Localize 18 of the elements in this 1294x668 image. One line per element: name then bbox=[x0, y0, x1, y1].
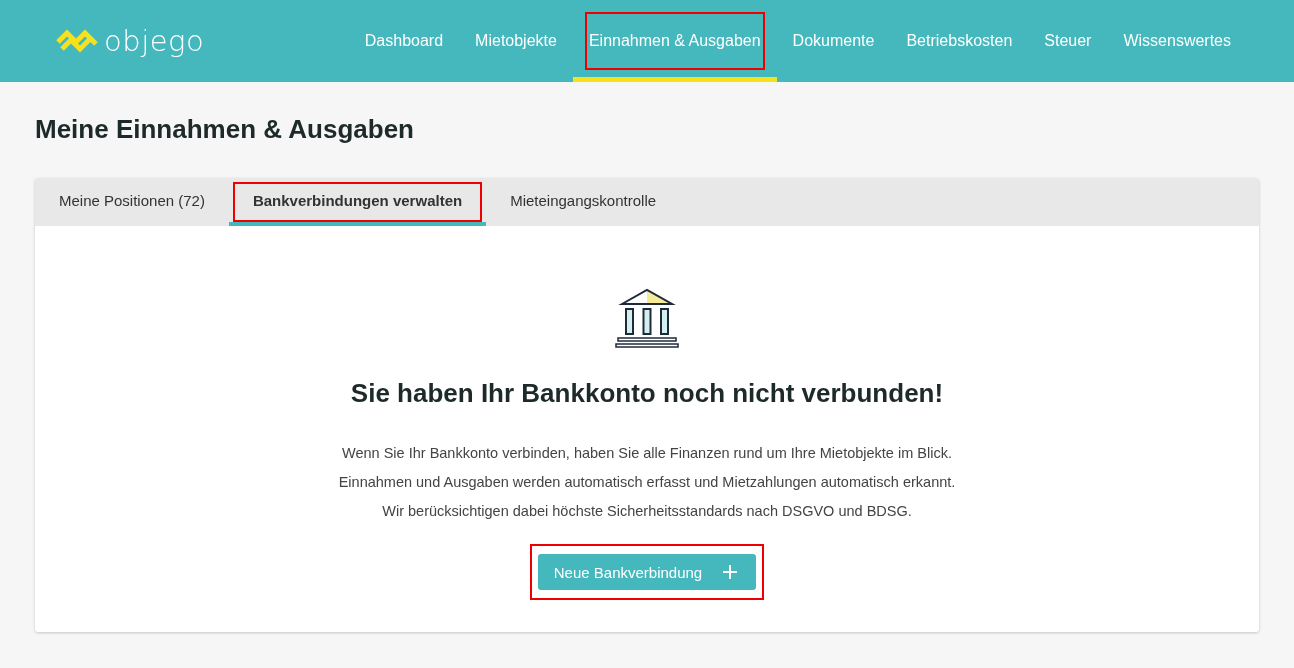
nav-link[interactable]: Dashboard bbox=[348, 0, 460, 82]
logo-icon bbox=[56, 28, 98, 54]
nav-link[interactable]: Dokumente bbox=[776, 0, 891, 82]
tab[interactable]: Mieteingangskontrolle bbox=[486, 178, 681, 226]
nav-link[interactable]: Betriebskosten bbox=[890, 0, 1029, 82]
plus-icon bbox=[722, 564, 739, 580]
empty-state-description: Wenn Sie Ihr Bankkonto verbinden, haben Sie alle Finanzen rund um Ihre Mietobjekte im Blick. Einnahmen und Ausgaben werden automatisch erfasst und Mietzahlungen automatisch erkannt. Wir berücksichtigen dabei höchste Sicherheitsstandards nach DSGVO und BDSG. bbox=[338, 444, 956, 521]
empty-state-heading: Sie haben Ihr Bankkonto noch nicht verbunden! bbox=[350, 378, 944, 409]
nav-link[interactable]: Steuer bbox=[1028, 0, 1108, 82]
nav-link[interactable]: Mietobjekte bbox=[459, 0, 573, 82]
tab[interactable]: Meine Positionen (72) bbox=[35, 178, 229, 226]
bank-building-icon bbox=[614, 288, 680, 350]
nav-link[interactable]: Einnahmen & Ausgaben bbox=[572, 0, 777, 82]
logo-text[interactable]: objego bbox=[104, 24, 205, 58]
nav-link[interactable]: Wissenswertes bbox=[1107, 0, 1247, 82]
page-title: Meine Einnahmen & Ausgaben bbox=[35, 114, 415, 145]
tab[interactable]: Bankverbindungen verwalten bbox=[228, 178, 487, 226]
new-bank-connection-button[interactable]: Neue Bankverbindung bbox=[537, 554, 757, 590]
